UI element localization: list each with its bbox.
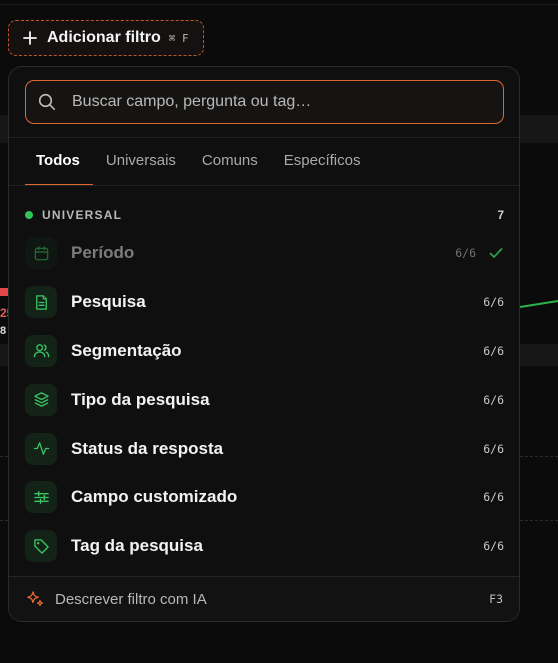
background-chart-marker: [0, 288, 8, 296]
describe-filter-ai-shortcut: F3: [489, 592, 503, 606]
tab-comuns[interactable]: Comuns: [189, 138, 271, 186]
add-filter-label: Adicionar filtro: [47, 29, 161, 46]
field-item-count: 6/6: [483, 490, 504, 505]
field-item-count: 6/6: [483, 343, 504, 358]
tab-todos[interactable]: Todos: [23, 138, 93, 186]
group-count: 7: [497, 208, 504, 222]
filter-tabs: Todos Universais Comuns Específicos: [9, 138, 519, 186]
field-item-count: 6/6: [455, 246, 476, 261]
field-item-campo-customizado[interactable]: Campo customizado 6/6: [25, 473, 504, 522]
field-item-label: Pesquisa: [71, 292, 146, 312]
divider: [9, 185, 519, 186]
check-icon: [489, 248, 503, 259]
search-input[interactable]: [56, 80, 503, 124]
layers-icon: [25, 383, 57, 416]
describe-filter-ai-button[interactable]: Descrever filtro com IA F3: [9, 576, 519, 621]
filter-field-list: Período 6/6 Pesquisa 6/6 Segmentação 6/6…: [25, 229, 504, 571]
users-icon: [25, 334, 57, 367]
field-item-count: 6/6: [483, 392, 504, 407]
sparkles-icon: [27, 591, 44, 607]
activity-icon: [25, 432, 57, 465]
field-item-label: Segmentação: [71, 340, 182, 360]
field-item-status-da-resposta[interactable]: Status da resposta 6/6: [25, 424, 504, 473]
add-filter-button[interactable]: Adicionar filtro ⌘ F: [8, 20, 204, 56]
filter-picker-popover: Todos Universais Comuns Específicos UNIV…: [8, 66, 520, 622]
field-item-pesquisa[interactable]: Pesquisa 6/6: [25, 278, 504, 327]
document-icon: [25, 286, 57, 319]
field-item-label: Status da resposta: [71, 438, 224, 458]
field-item-count: 6/6: [483, 295, 504, 310]
sliders-icon: [25, 481, 57, 514]
calendar-icon: [25, 237, 57, 270]
field-item-segmentacao[interactable]: Segmentação 6/6: [25, 327, 504, 376]
group-name: UNIVERSAL: [42, 208, 123, 222]
background-value-fragment: 25: [0, 306, 8, 320]
search-icon: [38, 93, 55, 110]
add-filter-shortcut: ⌘ F: [168, 31, 189, 45]
field-item-periodo[interactable]: Período 6/6: [25, 229, 504, 278]
field-item-label: Tipo da pesquisa: [71, 389, 210, 409]
tab-universais[interactable]: Universais: [93, 138, 189, 186]
background-chart-line: [519, 299, 558, 308]
plus-icon: [23, 31, 37, 45]
field-item-tipo-da-pesquisa[interactable]: Tipo da pesquisa 6/6: [25, 375, 504, 424]
background-value-fragment: 8: [0, 325, 7, 337]
field-item-label: Tag da pesquisa: [71, 536, 203, 556]
field-item-label: Campo customizado: [71, 487, 238, 507]
group-header: UNIVERSAL 7: [25, 207, 504, 223]
search-box[interactable]: [25, 80, 504, 124]
field-item-count: 6/6: [483, 441, 504, 456]
field-item-label: Período: [71, 243, 135, 263]
describe-filter-ai-label: Descrever filtro com IA: [55, 590, 207, 608]
field-item-count: 6/6: [483, 539, 504, 554]
group-status-dot: [25, 211, 33, 219]
page-top-divider: [0, 4, 558, 5]
tag-icon: [25, 530, 57, 563]
field-item-tag-da-pesquisa[interactable]: Tag da pesquisa 6/6: [25, 522, 504, 571]
tab-especificos[interactable]: Específicos: [271, 138, 374, 186]
